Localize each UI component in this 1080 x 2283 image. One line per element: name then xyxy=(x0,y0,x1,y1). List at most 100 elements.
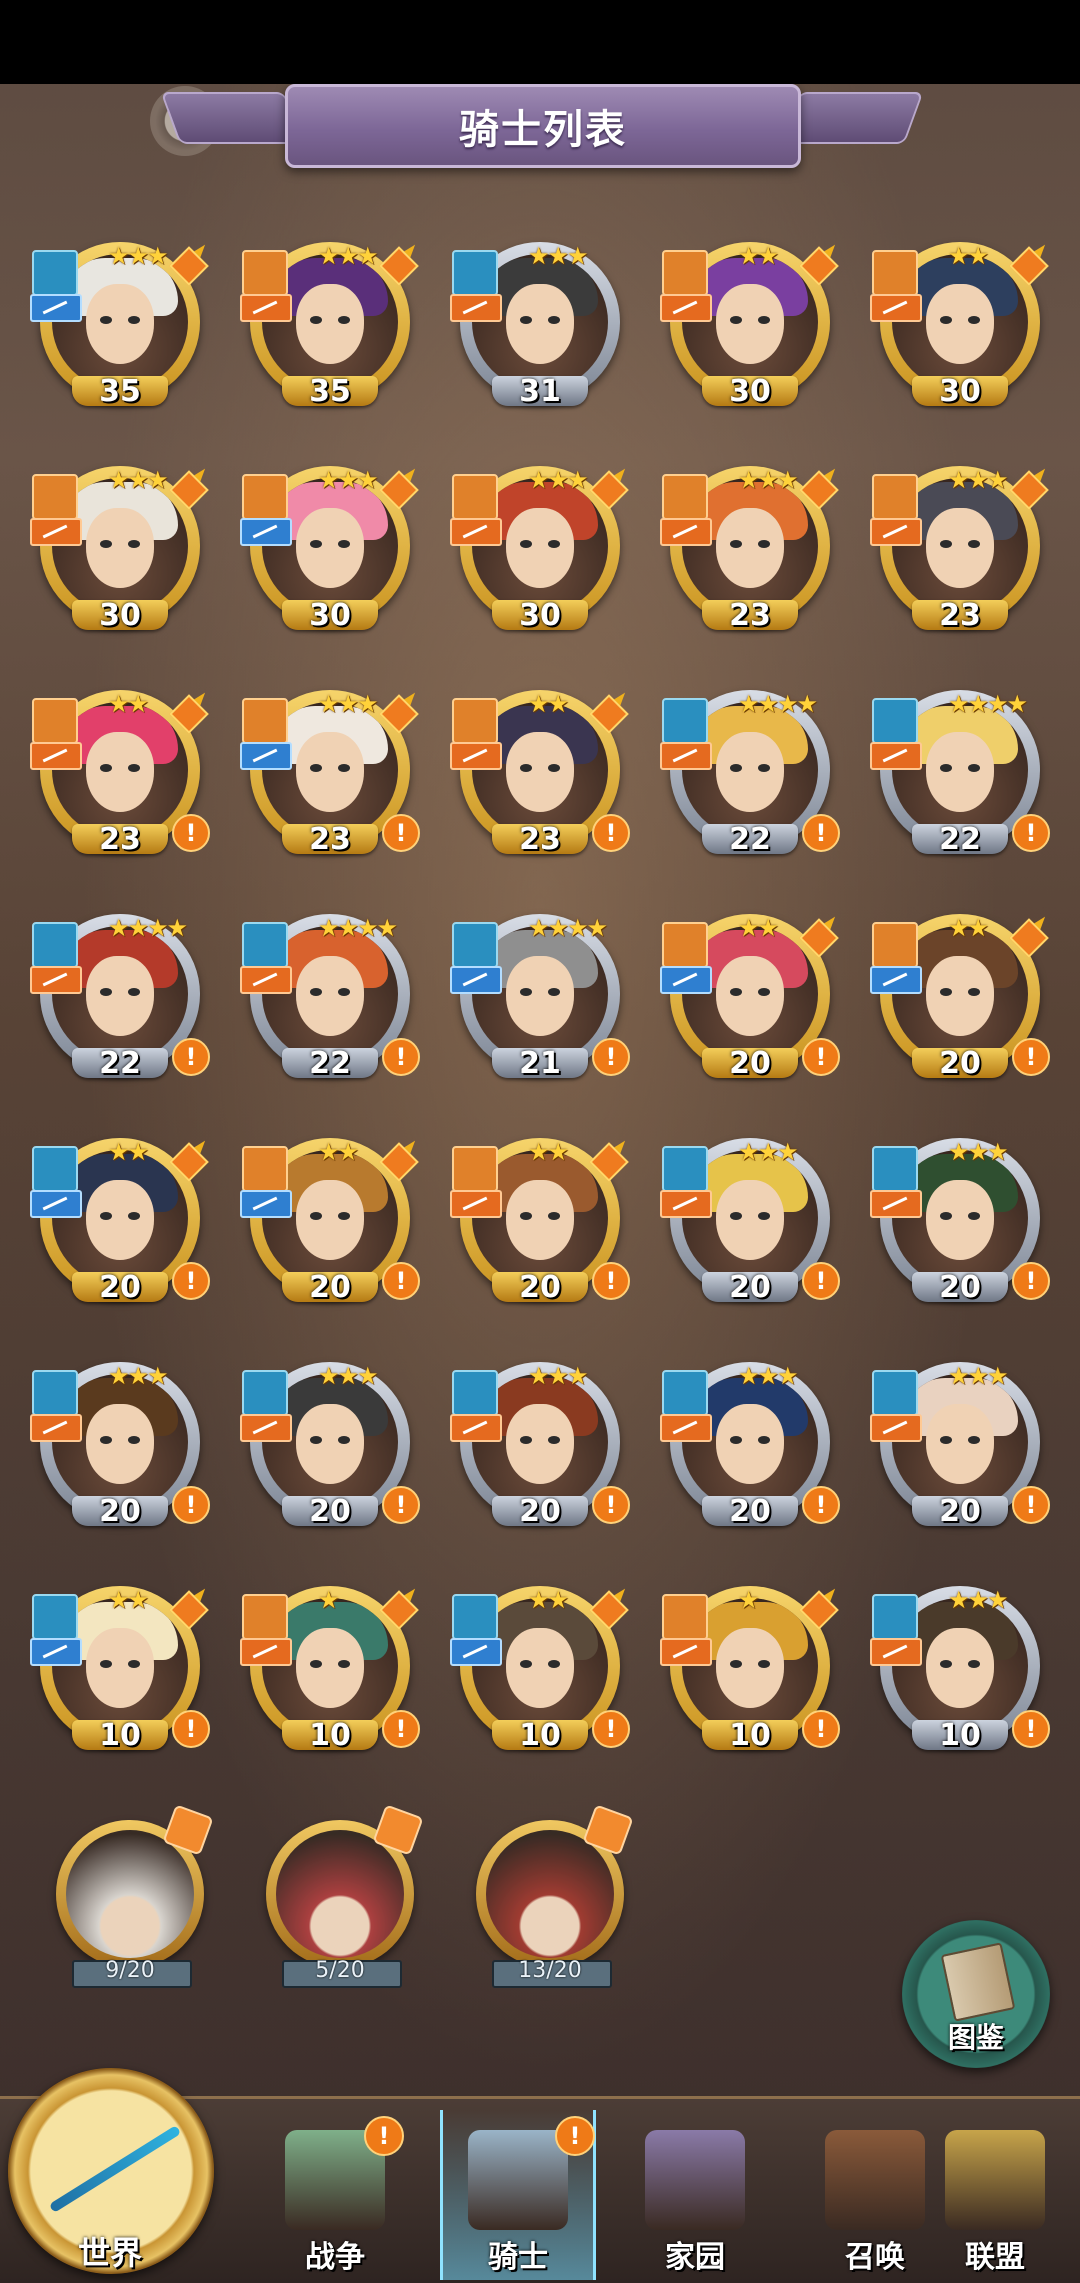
hero-stars: ★★★ xyxy=(108,1362,169,1390)
hero-fragment-card[interactable]: 5/20 xyxy=(250,1804,430,1990)
nav-knights-button[interactable]: 骑士! xyxy=(440,2110,596,2280)
hero-card[interactable]: ★★ 30 xyxy=(660,228,853,416)
hero-eye xyxy=(338,1660,350,1668)
hero-card[interactable]: ★★★★ 21! xyxy=(450,908,630,1088)
hero-level: 20 xyxy=(939,1270,981,1305)
role-icon xyxy=(32,1594,78,1640)
hero-level: 20 xyxy=(519,1270,561,1305)
hero-eye xyxy=(548,540,560,548)
exclamation-icon: ! xyxy=(382,1038,420,1076)
hero-eye xyxy=(338,316,350,324)
exclamation-icon: ! xyxy=(1012,1038,1050,1076)
hero-card[interactable]: ★★★ 23 xyxy=(660,452,853,640)
hero-level: 20 xyxy=(729,1494,771,1529)
hero-fragment-card[interactable]: 13/20 xyxy=(460,1804,640,1990)
hero-face xyxy=(716,1180,784,1260)
hero-card[interactable]: ★★ 20! xyxy=(660,900,853,1088)
hero-face xyxy=(716,1628,784,1708)
hero-card[interactable]: ★★★ 35 xyxy=(240,228,433,416)
hero-card[interactable]: ★★★★ 22! xyxy=(30,908,210,1088)
hero-card[interactable]: ★★★ 23 xyxy=(870,452,1063,640)
role-icon xyxy=(242,250,288,296)
hero-card[interactable]: ★★ 20! xyxy=(870,900,1063,1088)
hero-card[interactable]: ★★★ 20! xyxy=(870,1132,1050,1312)
hero-eye xyxy=(310,1436,322,1444)
hero-card[interactable]: ★★★★ 22! xyxy=(240,908,420,1088)
hero-face xyxy=(926,508,994,588)
hero-eye xyxy=(940,764,952,772)
class-icon xyxy=(870,966,922,994)
hero-eye xyxy=(730,764,742,772)
hero-eye xyxy=(730,1212,742,1220)
hero-level: 30 xyxy=(939,374,981,409)
hero-card[interactable]: ★★★ 30 xyxy=(240,452,433,640)
codex-button[interactable]: 图鉴 xyxy=(902,1920,1050,2068)
hero-card[interactable]: ★ 10! xyxy=(660,1572,853,1760)
hero-card[interactable]: ★★ 23! xyxy=(450,676,643,864)
hero-card[interactable]: ★★★ 20! xyxy=(660,1356,840,1536)
hero-stars: ★★ xyxy=(948,242,989,270)
class-icon xyxy=(870,518,922,546)
hero-card[interactable]: ★ 10! xyxy=(240,1572,433,1760)
class-icon xyxy=(240,1190,292,1218)
hero-card[interactable]: ★★★ 35 xyxy=(30,228,223,416)
hero-card[interactable]: ★★★ 20! xyxy=(30,1356,210,1536)
class-icon xyxy=(660,966,712,994)
exclamation-icon: ! xyxy=(1012,1486,1050,1524)
hero-face xyxy=(86,732,154,812)
nav-home-button[interactable]: 家园 xyxy=(620,2110,770,2280)
hero-card[interactable]: ★★★ 20! xyxy=(450,1356,630,1536)
hero-eye xyxy=(100,988,112,996)
hero-card[interactable]: ★★★ 20! xyxy=(660,1132,840,1312)
exclamation-icon: ! xyxy=(382,1710,420,1748)
hero-card[interactable]: ★★★ 30 xyxy=(450,452,643,640)
nav-world-button[interactable]: 世界 xyxy=(0,2060,230,2280)
hero-level: 10 xyxy=(309,1718,351,1753)
role-icon xyxy=(872,1146,918,1192)
nav-war-button[interactable]: 战争! xyxy=(260,2110,410,2280)
hero-eye xyxy=(548,316,560,324)
class-icon xyxy=(30,294,82,322)
hero-card[interactable]: ★★★★ 22! xyxy=(660,684,840,864)
hero-card[interactable]: ★★★ 31 xyxy=(450,236,630,416)
hero-card[interactable]: ★★★ 30 xyxy=(30,452,223,640)
hero-face xyxy=(506,284,574,364)
hero-card[interactable]: ★★ 20! xyxy=(240,1124,433,1312)
status-bar xyxy=(0,0,1080,84)
hero-card[interactable]: ★★★ 20! xyxy=(240,1356,420,1536)
hero-card[interactable]: ★★ 20! xyxy=(450,1124,643,1312)
hero-card[interactable]: ★★ 30 xyxy=(870,228,1063,416)
class-icon xyxy=(240,1414,292,1442)
hero-card[interactable]: ★★★★ 22! xyxy=(870,684,1050,864)
hero-card[interactable]: ★★★ 23! xyxy=(240,676,433,864)
hero-eye xyxy=(520,316,532,324)
title-banner-left-wing xyxy=(160,92,304,144)
hero-eye xyxy=(338,764,350,772)
hero-card[interactable]: ★★★ 20! xyxy=(870,1356,1050,1536)
hero-stars: ★★★ xyxy=(318,242,379,270)
hero-eye xyxy=(730,540,742,548)
hero-card[interactable]: ★★ 20! xyxy=(30,1124,223,1312)
hero-eye xyxy=(520,764,532,772)
exclamation-icon: ! xyxy=(592,1262,630,1300)
hero-card[interactable]: ★★ 23! xyxy=(30,676,223,864)
hero-level: 10 xyxy=(729,1718,771,1753)
hero-face xyxy=(506,956,574,1036)
hero-eye xyxy=(758,1212,770,1220)
nav-alliance-button[interactable]: 联盟 xyxy=(920,2110,1070,2280)
hero-face xyxy=(716,732,784,812)
exclamation-icon: ! xyxy=(592,1486,630,1524)
hero-eye xyxy=(338,1436,350,1444)
hero-fragment-card[interactable]: 9/20 xyxy=(40,1804,220,1990)
hero-card[interactable]: ★★ 10! xyxy=(450,1572,643,1760)
hero-level: 20 xyxy=(729,1270,771,1305)
hero-eye xyxy=(758,316,770,324)
hero-card[interactable]: ★★★ 10! xyxy=(870,1580,1050,1760)
hero-stars: ★★★ xyxy=(948,1138,1009,1166)
hero-eye xyxy=(128,1436,140,1444)
hero-face xyxy=(506,508,574,588)
hero-eye xyxy=(520,988,532,996)
hero-card[interactable]: ★★ 10! xyxy=(30,1572,223,1760)
hero-stars: ★★ xyxy=(108,690,149,718)
role-icon xyxy=(242,698,288,744)
